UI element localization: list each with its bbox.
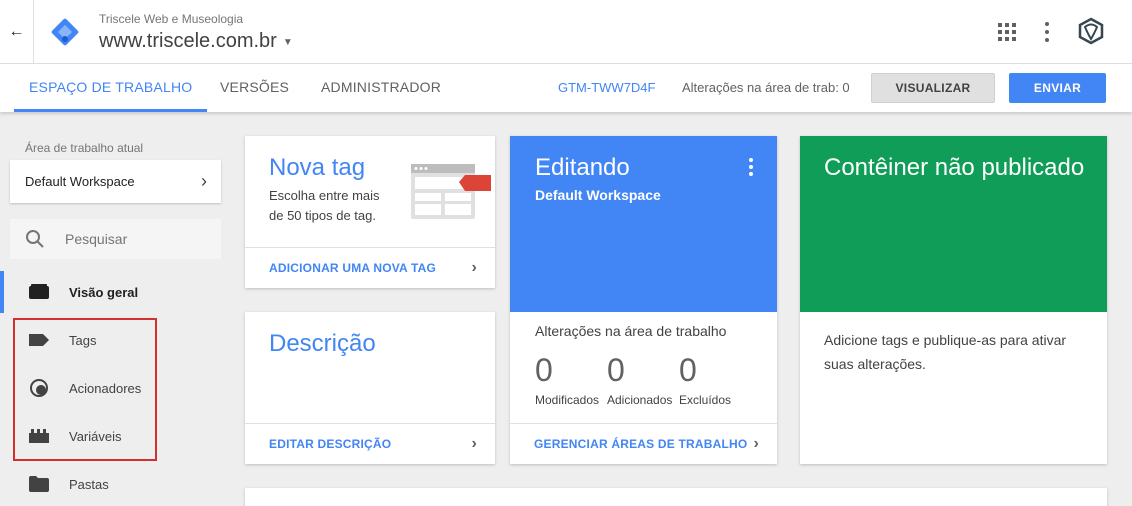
top-bar: ← Triscele Web e Museologia www.triscele…: [0, 0, 1132, 64]
search-input[interactable]: Pesquisar: [10, 219, 221, 259]
unpublished-title: Contêiner não publicado: [824, 154, 1085, 181]
chevron-right-icon: ›: [471, 435, 477, 452]
editing-workspace-card: Editando Default Workspace Alterações na…: [510, 136, 777, 464]
sidebar-item-label: Visão geral: [69, 284, 139, 300]
preview-button[interactable]: VISUALIZAR: [871, 73, 995, 103]
bottom-card: [245, 488, 1107, 506]
submit-button[interactable]: ENVIAR: [1009, 73, 1106, 103]
tab-admin[interactable]: ADMINISTRADOR: [321, 64, 441, 112]
user-avatar-icon[interactable]: [1076, 16, 1106, 46]
new-tag-desc-line: de 50 tipos de tag.: [269, 208, 376, 223]
back-arrow-icon[interactable]: ←: [0, 0, 34, 64]
chevron-right-icon: ›: [201, 171, 207, 191]
unpublished-container-card: Contêiner não publicado Adicione tags e …: [800, 136, 1107, 464]
account-name: Triscele Web e Museologia: [99, 12, 244, 26]
edit-description-link[interactable]: EDITAR DESCRIÇÃO ›: [245, 423, 495, 464]
search-placeholder: Pesquisar: [65, 231, 128, 247]
more-vert-icon[interactable]: [1044, 22, 1050, 42]
tab-bar: ESPAÇO DE TRABALHO VERSÕES ADMINISTRADOR…: [0, 64, 1132, 112]
workspace-changes-count: Alterações na área de trab: 0: [682, 80, 850, 95]
container-selector[interactable]: www.triscele.com.br ▼: [99, 30, 293, 53]
add-new-tag-link[interactable]: ADICIONAR UMA NOVA TAG ›: [245, 247, 495, 288]
more-vert-icon[interactable]: [748, 158, 754, 176]
workspace-name: Default Workspace: [25, 174, 135, 189]
stat-label: Modificados: [535, 393, 600, 407]
search-icon: [26, 230, 44, 248]
edit-description-label: EDITAR DESCRIÇÃO: [269, 437, 392, 451]
new-tag-card: Nova tag Escolha entre mais de 50 tipos …: [245, 136, 495, 288]
unpublished-desc-line: suas alterações.: [824, 356, 926, 372]
deleted-stat: 0 Excluídos: [679, 352, 731, 407]
overview-icon: [29, 282, 49, 302]
tag-illustration-icon: [411, 164, 491, 219]
workspace-selector[interactable]: Default Workspace ›: [10, 160, 221, 203]
gtm-logo-icon: [51, 18, 79, 46]
description-title: Descrição: [269, 330, 376, 357]
stat-value: 0: [679, 352, 697, 388]
editing-workspace-name: Default Workspace: [535, 187, 661, 203]
modified-stat: 0 Modificados: [535, 352, 599, 407]
caret-down-icon: ▼: [282, 37, 293, 48]
new-tag-description: Escolha entre mais de 50 tipos de tag.: [269, 186, 380, 226]
editing-title: Editando: [535, 154, 630, 181]
sidebar-item-folders[interactable]: Pastas: [0, 464, 230, 504]
manage-workspaces-label: GERENCIAR ÁREAS DE TRABALHO: [534, 437, 748, 451]
stat-value: 0: [607, 352, 625, 388]
unpublished-description: Adicione tags e publique-as para ativar …: [824, 328, 1066, 376]
chevron-right-icon: ›: [471, 259, 477, 276]
apps-grid-icon[interactable]: [998, 23, 1016, 41]
sidebar-item-overview[interactable]: Visão geral: [0, 272, 230, 312]
highlight-box: [13, 318, 157, 461]
manage-workspaces-link[interactable]: GERENCIAR ÁREAS DE TRABALHO ›: [510, 423, 777, 464]
stat-label: Adicionados: [607, 393, 673, 407]
stat-label: Excluídos: [679, 393, 732, 407]
editing-header: Editando Default Workspace: [510, 136, 777, 312]
unpublished-header: Contêiner não publicado: [800, 136, 1107, 312]
added-stat: 0 Adicionados: [607, 352, 672, 407]
unpublished-desc-line: Adicione tags e publique-as para ativar: [824, 332, 1067, 348]
stat-value: 0: [535, 352, 553, 388]
sidebar-item-label: Pastas: [69, 476, 109, 492]
new-tag-title[interactable]: Nova tag: [269, 154, 365, 182]
new-tag-desc-line: Escolha entre mais: [269, 188, 380, 203]
workspace-changes-label: Alterações na área de trabalho: [535, 323, 727, 339]
container-name: www.triscele.com.br: [99, 30, 277, 52]
container-id-link[interactable]: GTM-TWW7D4F: [558, 80, 655, 95]
tab-versions[interactable]: VERSÕES: [220, 64, 289, 112]
add-new-tag-label: ADICIONAR UMA NOVA TAG: [269, 261, 437, 275]
current-workspace-label: Área de trabalho atual: [25, 141, 144, 155]
tab-workspace[interactable]: ESPAÇO DE TRABALHO: [14, 64, 208, 112]
description-card: Descrição EDITAR DESCRIÇÃO ›: [245, 312, 495, 464]
folder-icon: [29, 474, 49, 494]
chevron-right-icon: ›: [753, 435, 759, 452]
